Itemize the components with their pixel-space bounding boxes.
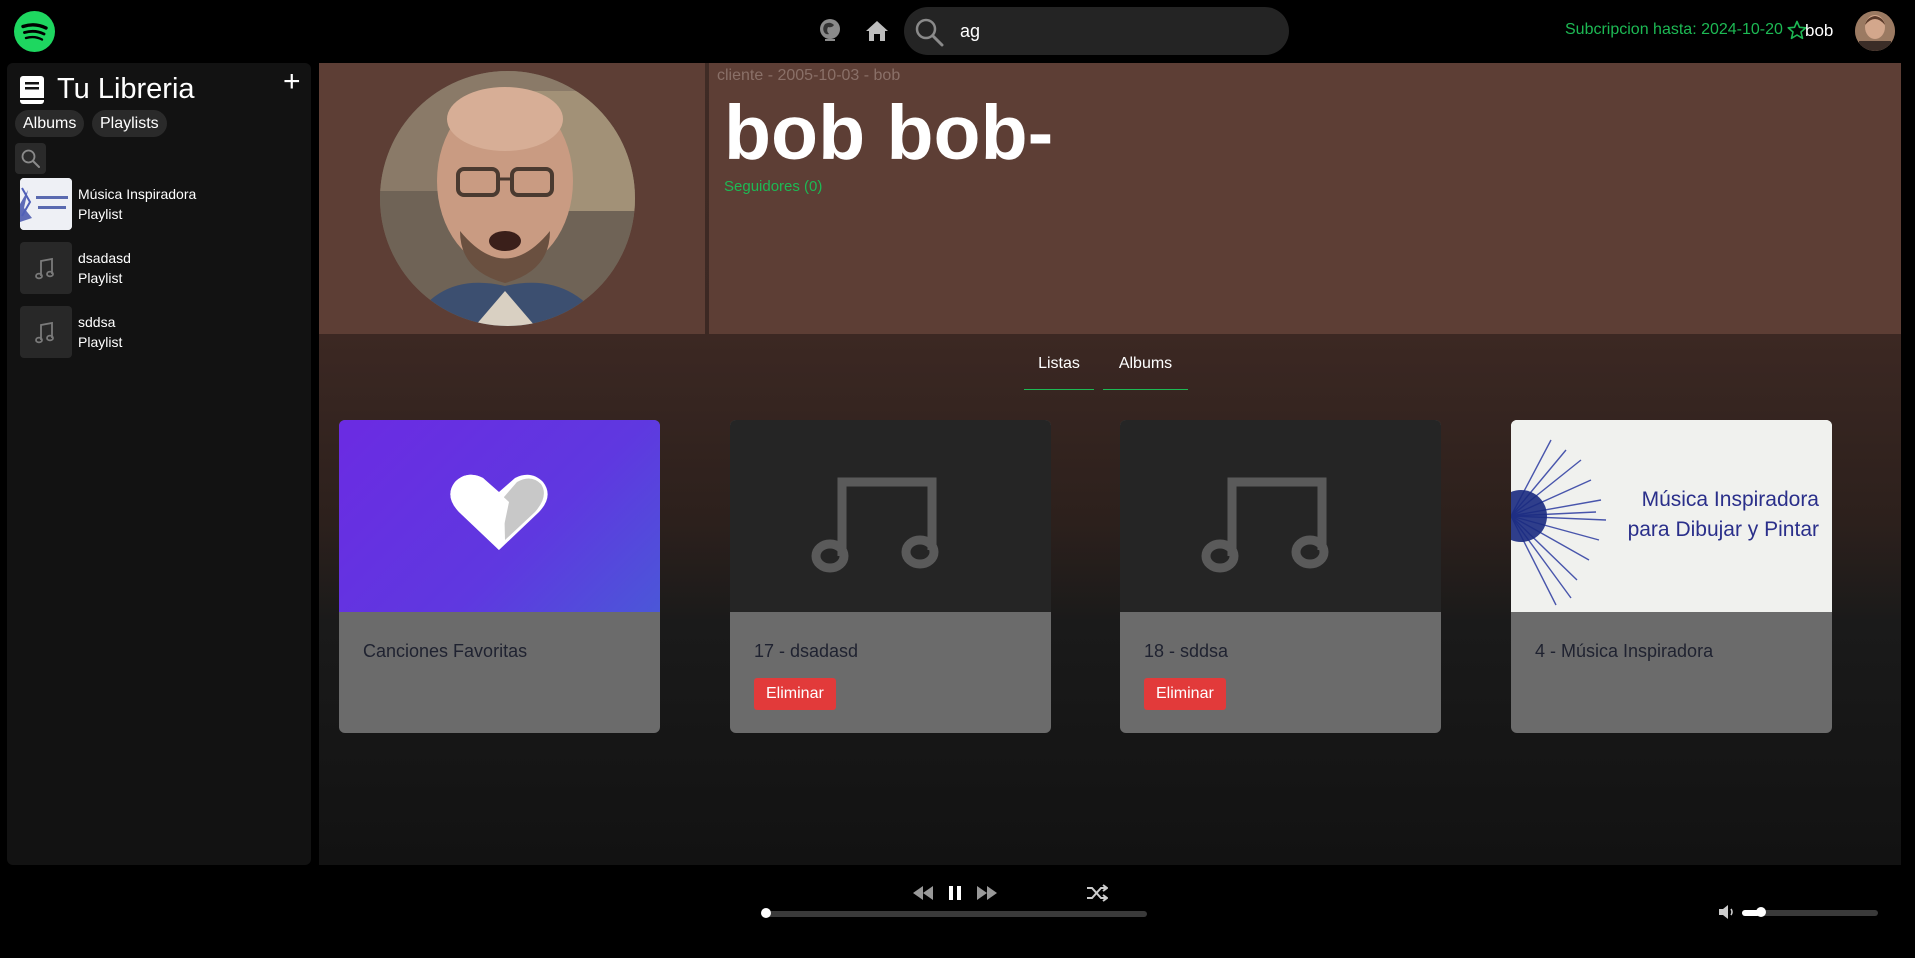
library-item-type: Playlist	[78, 206, 123, 222]
delete-button[interactable]: Eliminar	[754, 678, 836, 710]
tab-albums[interactable]: Albums	[1103, 355, 1188, 390]
previous-icon[interactable]	[911, 883, 935, 908]
volume-knob[interactable]	[1755, 907, 1766, 917]
profile-name: bob bob-	[724, 90, 1054, 176]
library-item[interactable]: sddsa Playlist	[20, 306, 300, 360]
card-title: 4 - Música Inspiradora	[1535, 641, 1714, 661]
volume-icon[interactable]	[1717, 903, 1737, 926]
library-sidebar: Tu Libreria + Albums Playlists Música In…	[7, 63, 311, 865]
search-input[interactable]	[960, 19, 1270, 43]
library-book-icon	[19, 75, 45, 110]
heart-icon	[339, 420, 660, 612]
library-item-name: dsadasd	[78, 250, 131, 266]
music-note-icon	[20, 242, 72, 294]
playlist-card[interactable]: Canciones Favoritas	[339, 420, 660, 733]
library-title: Tu Libreria	[57, 73, 195, 105]
search-icon	[21, 149, 40, 168]
library-item-type: Playlist	[78, 270, 123, 286]
playlist-cover-image: Música Inspiradora para Dibujar y Pintar	[1511, 420, 1832, 612]
library-item[interactable]: Música Inspiradora Playlist	[20, 178, 300, 232]
library-item-name: sddsa	[78, 314, 116, 330]
star-icon[interactable]	[1787, 20, 1807, 45]
filter-chip-playlists[interactable]: Playlists	[92, 110, 167, 137]
spotify-logo[interactable]	[14, 11, 55, 52]
user-avatar[interactable]	[1855, 11, 1895, 51]
card-title: 18 - sddsa	[1144, 641, 1229, 661]
subscription-status: Subcripcion hasta: 2024-10-20	[1565, 21, 1783, 38]
volume-slider[interactable]	[1742, 907, 1878, 917]
filter-chip-albums[interactable]: Albums	[15, 110, 85, 137]
globe-icon[interactable]	[816, 17, 844, 45]
svg-text:Música Inspiradora: Música Inspiradora	[1642, 488, 1820, 511]
playlist-card[interactable]: 18 - sddsa Eliminar	[1120, 420, 1441, 733]
player-bar	[0, 866, 1915, 958]
music-note-icon	[20, 306, 72, 358]
pause-icon[interactable]	[947, 883, 963, 908]
music-note-icon	[730, 420, 1051, 612]
delete-button[interactable]: Eliminar	[1144, 678, 1226, 710]
library-item-name: Música Inspiradora	[78, 186, 197, 202]
followers-link[interactable]: Seguidores (0)	[724, 178, 822, 195]
username[interactable]: bob	[1805, 21, 1833, 41]
playlist-card[interactable]: Música Inspiradora para Dibujar y Pintar…	[1511, 420, 1832, 733]
library-item-type: Playlist	[78, 334, 123, 350]
card-title: 17 - dsadasd	[754, 641, 859, 661]
search-icon	[914, 17, 944, 52]
profile-picture[interactable]	[380, 71, 635, 326]
music-note-icon	[1120, 420, 1441, 612]
playlist-card[interactable]: 17 - dsadasd Eliminar	[730, 420, 1051, 733]
shuffle-icon[interactable]	[1086, 883, 1109, 908]
home-icon[interactable]	[863, 17, 891, 45]
tab-listas[interactable]: Listas	[1024, 355, 1094, 390]
main-content: cliente - 2005-10-03 - bob bob bob- Segu…	[319, 63, 1901, 865]
top-bar: Subcripcion hasta: 2024-10-20 bob	[0, 0, 1915, 62]
library-search-button[interactable]	[15, 143, 46, 174]
library-item[interactable]: dsadasd Playlist	[20, 242, 300, 296]
next-icon[interactable]	[975, 883, 999, 908]
svg-text:para Dibujar y Pintar: para Dibujar y Pintar	[1628, 518, 1819, 541]
playlist-cover-image	[20, 178, 72, 230]
card-title: Canciones Favoritas	[363, 641, 528, 661]
search-bar[interactable]	[904, 7, 1289, 55]
progress-knob[interactable]	[761, 908, 771, 918]
profile-meta: cliente - 2005-10-03 - bob	[717, 67, 901, 84]
progress-bar[interactable]	[761, 908, 1147, 918]
add-playlist-button[interactable]: +	[283, 67, 301, 97]
profile-hero-left	[319, 63, 705, 334]
